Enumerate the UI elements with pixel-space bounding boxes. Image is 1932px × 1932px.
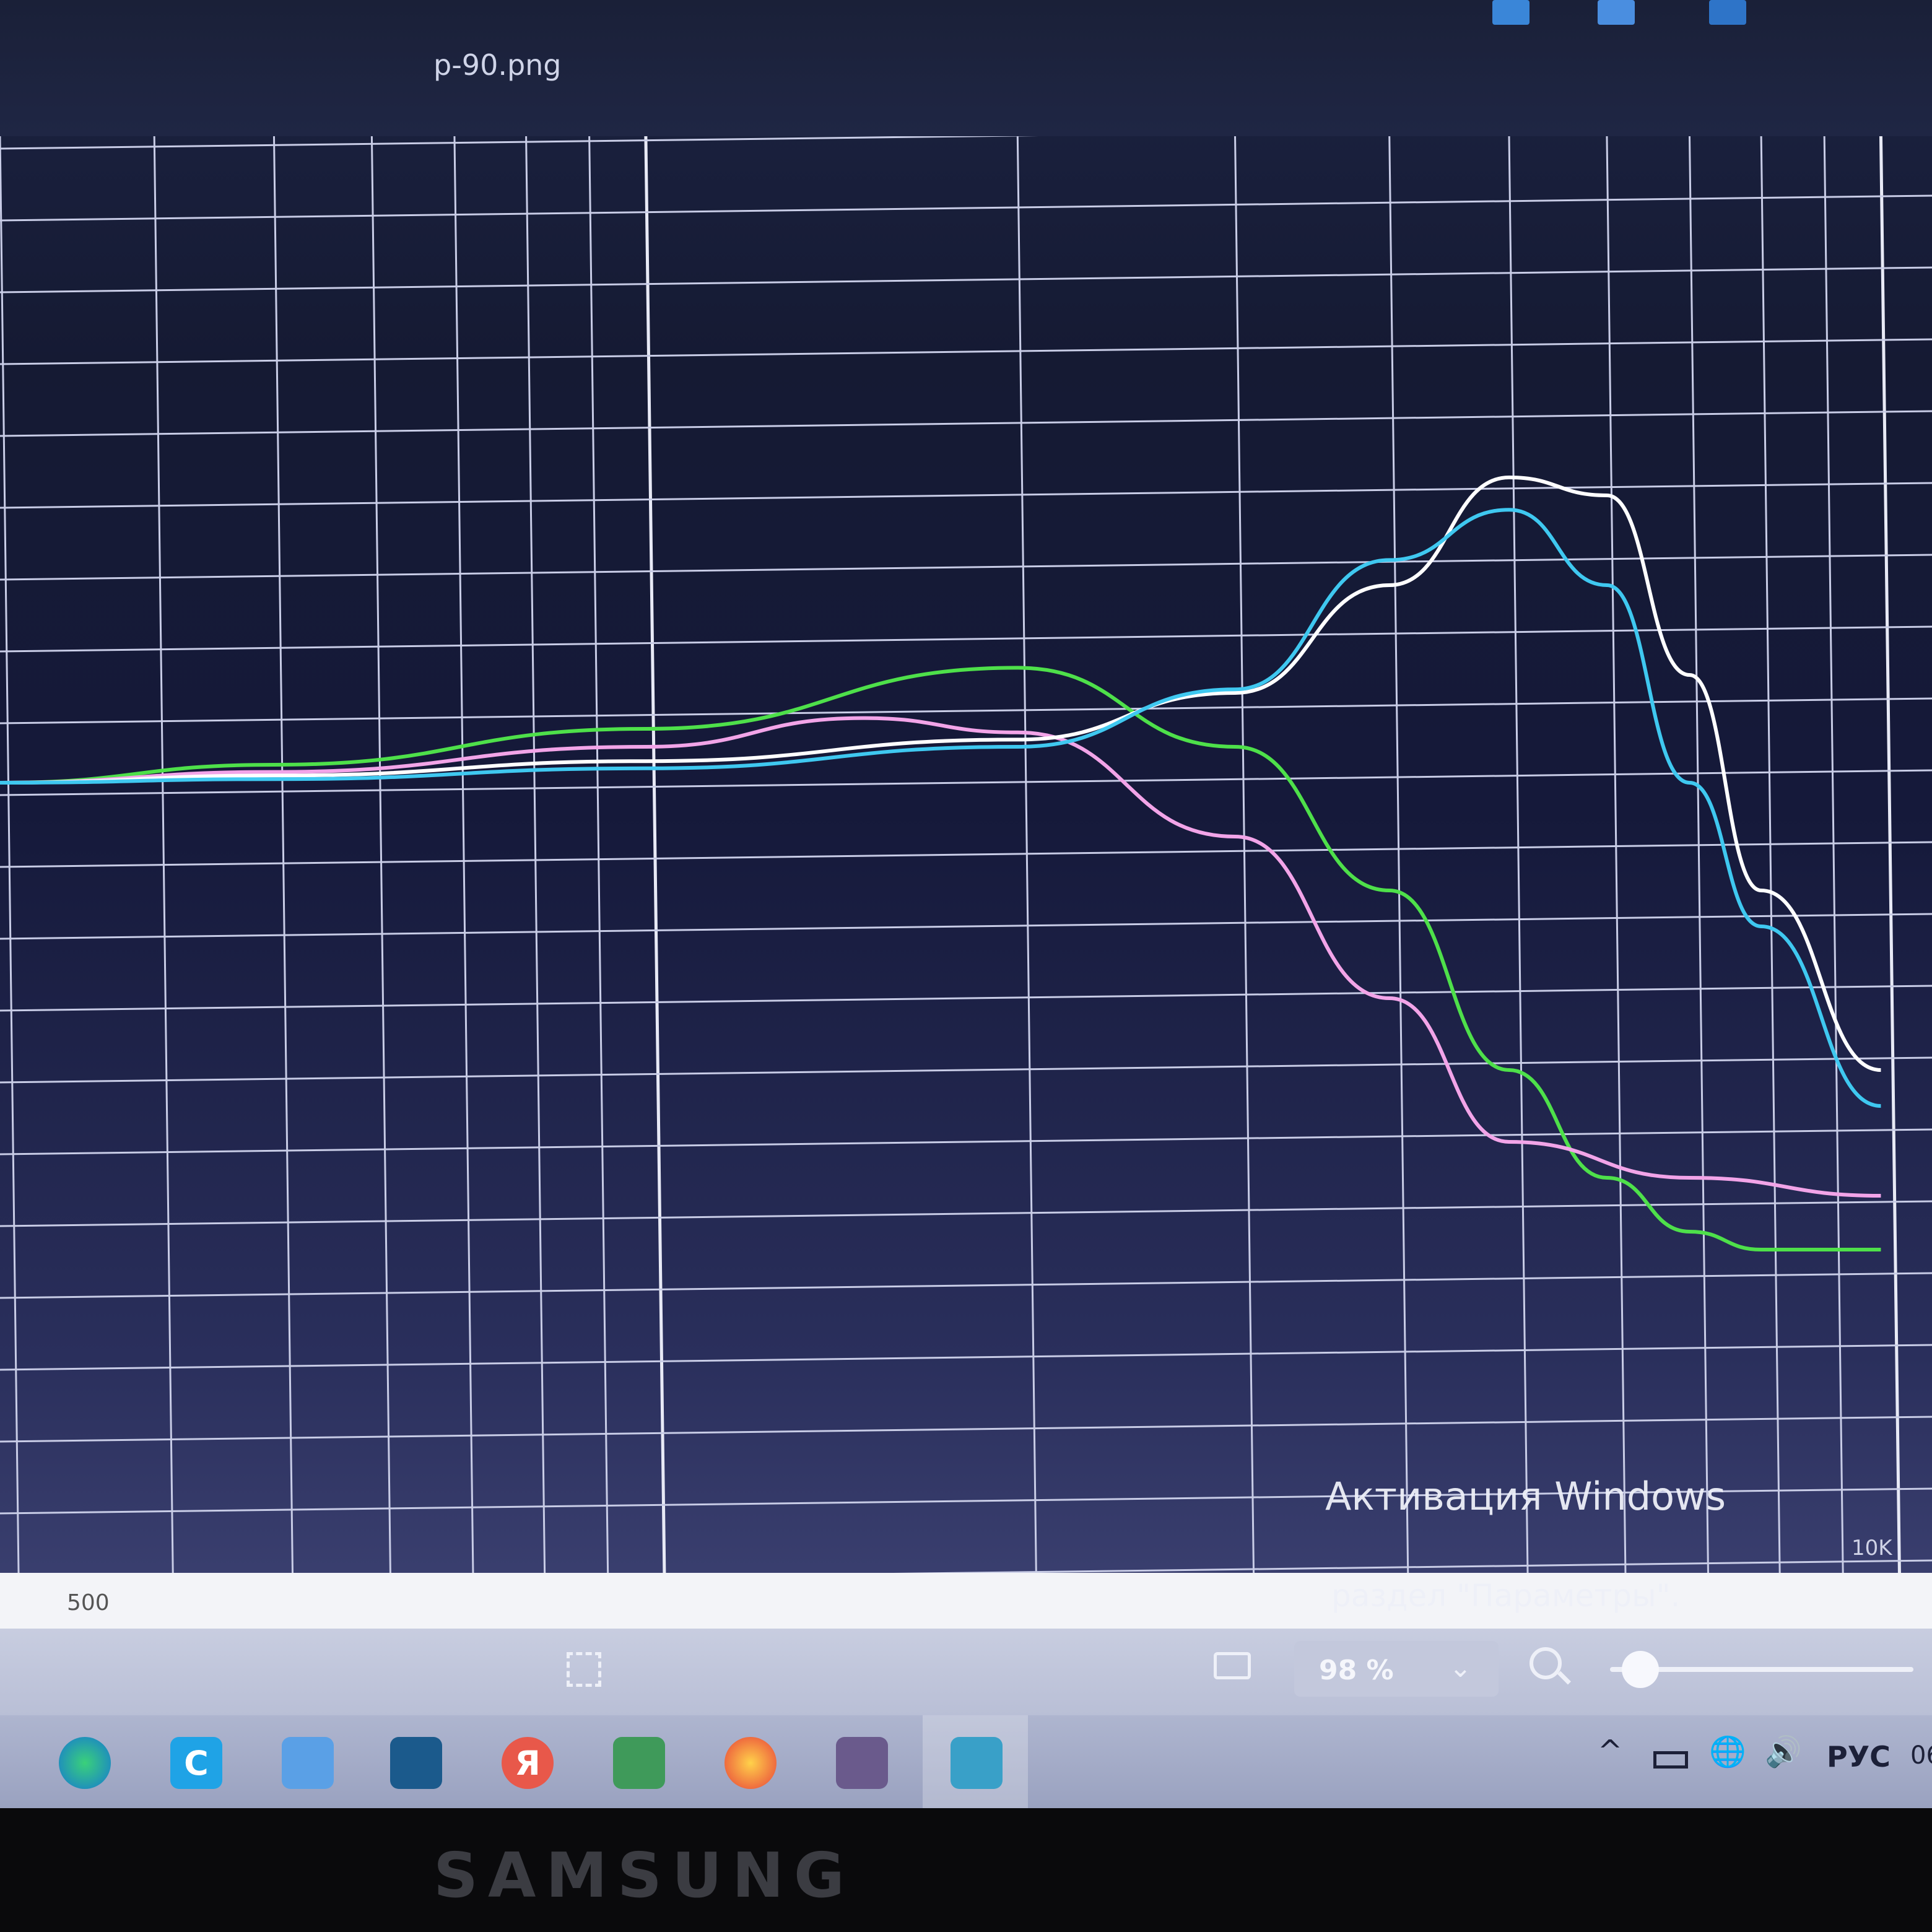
language-indicator[interactable]: РУС bbox=[1827, 1740, 1891, 1773]
monitor-bezel: SAMSUNG bbox=[0, 1808, 1932, 1932]
grid-line-vertical bbox=[370, 136, 391, 1573]
grid-line-vertical bbox=[644, 136, 666, 1573]
grid-line-horizontal bbox=[0, 410, 1932, 437]
grid-line-vertical bbox=[1879, 136, 1901, 1573]
brand-logo: SAMSUNG bbox=[433, 1839, 855, 1912]
frequency-response-chart bbox=[0, 136, 1932, 1573]
grid-line-horizontal bbox=[0, 266, 1932, 294]
x-tick-label: 10K bbox=[1852, 1536, 1892, 1560]
windows-activation-title: Активация Windows bbox=[1325, 1474, 1726, 1519]
chevron-down-icon: ⌄ bbox=[1449, 1652, 1472, 1684]
grid-line-vertical bbox=[1688, 136, 1709, 1573]
crop-icon[interactable] bbox=[567, 1652, 601, 1687]
sketchup-icon[interactable] bbox=[390, 1737, 442, 1789]
window-title: p-90.png bbox=[433, 48, 562, 82]
yandex-browser-icon[interactable] bbox=[724, 1737, 777, 1789]
taskbar: C Я ^ 🌐 🔊 РУС 06 bbox=[0, 1715, 1932, 1808]
tray-chevron-icon[interactable]: ^ bbox=[1598, 1734, 1622, 1769]
viewer-status-bar: 98 % ⌄ bbox=[0, 1629, 1932, 1715]
grid-line-horizontal bbox=[0, 338, 1932, 365]
zoom-dropdown[interactable]: 98 % ⌄ bbox=[1294, 1641, 1499, 1697]
fit-to-window-icon[interactable] bbox=[1214, 1652, 1251, 1679]
grid-line-horizontal bbox=[0, 697, 1932, 724]
grid-line-vertical bbox=[272, 136, 294, 1573]
screen: p-90.png Активация Windows 500 10K разде… bbox=[0, 0, 1932, 1808]
app-icon-2[interactable] bbox=[1598, 0, 1635, 25]
grid-line-horizontal bbox=[0, 1200, 1932, 1227]
grid-line-horizontal bbox=[0, 841, 1932, 868]
grid-line-vertical bbox=[1823, 136, 1844, 1573]
grid-line-vertical bbox=[588, 136, 609, 1573]
grid-line-vertical bbox=[1606, 136, 1627, 1573]
photos-icon[interactable] bbox=[951, 1737, 1003, 1789]
globe-icon[interactable]: 🌐 bbox=[1709, 1734, 1746, 1769]
design-app-icon[interactable] bbox=[836, 1737, 888, 1789]
grid-line-horizontal bbox=[0, 1128, 1932, 1155]
excel-icon[interactable] bbox=[613, 1737, 665, 1789]
windows-activation-subtitle: раздел "Параметры". bbox=[1331, 1578, 1681, 1614]
grid-line-horizontal bbox=[0, 985, 1932, 1012]
x-tick-label: 500 bbox=[67, 1590, 110, 1616]
app-icon-3[interactable] bbox=[1709, 0, 1746, 25]
zoom-slider-thumb[interactable] bbox=[1622, 1651, 1659, 1688]
grid-line-vertical bbox=[1234, 136, 1255, 1573]
zoom-value: 98 % bbox=[1319, 1655, 1394, 1686]
grid-line-horizontal bbox=[0, 1272, 1932, 1299]
edge-icon[interactable] bbox=[59, 1737, 111, 1789]
grid-line-horizontal bbox=[0, 913, 1932, 940]
grid-line-vertical bbox=[1388, 136, 1409, 1573]
grid-line-horizontal bbox=[0, 194, 1932, 222]
volume-icon[interactable]: 🔊 bbox=[1765, 1734, 1802, 1769]
battery-icon[interactable] bbox=[1653, 1751, 1688, 1769]
chart-grid bbox=[0, 136, 1932, 1573]
c-app-icon[interactable]: C bbox=[170, 1737, 222, 1789]
grid-line-horizontal bbox=[0, 1056, 1932, 1084]
grid-line-vertical bbox=[153, 136, 174, 1573]
grid-line-horizontal bbox=[893, 1559, 1932, 1573]
grid-line-vertical bbox=[0, 136, 20, 1573]
grid-line-horizontal bbox=[0, 482, 1932, 509]
grid-line-horizontal bbox=[0, 136, 1039, 150]
title-bar: p-90.png bbox=[0, 0, 1932, 136]
grid-line-vertical bbox=[1760, 136, 1781, 1573]
grid-line-vertical bbox=[453, 136, 474, 1573]
clock-fragment: 06 bbox=[1910, 1741, 1932, 1770]
app-icon-1[interactable] bbox=[1492, 0, 1530, 25]
calculator-icon[interactable] bbox=[282, 1737, 334, 1789]
grid-line-vertical bbox=[525, 136, 546, 1573]
yandex-icon[interactable]: Я bbox=[502, 1737, 554, 1789]
grid-line-vertical bbox=[1508, 136, 1529, 1573]
zoom-out-icon[interactable] bbox=[1530, 1647, 1562, 1679]
